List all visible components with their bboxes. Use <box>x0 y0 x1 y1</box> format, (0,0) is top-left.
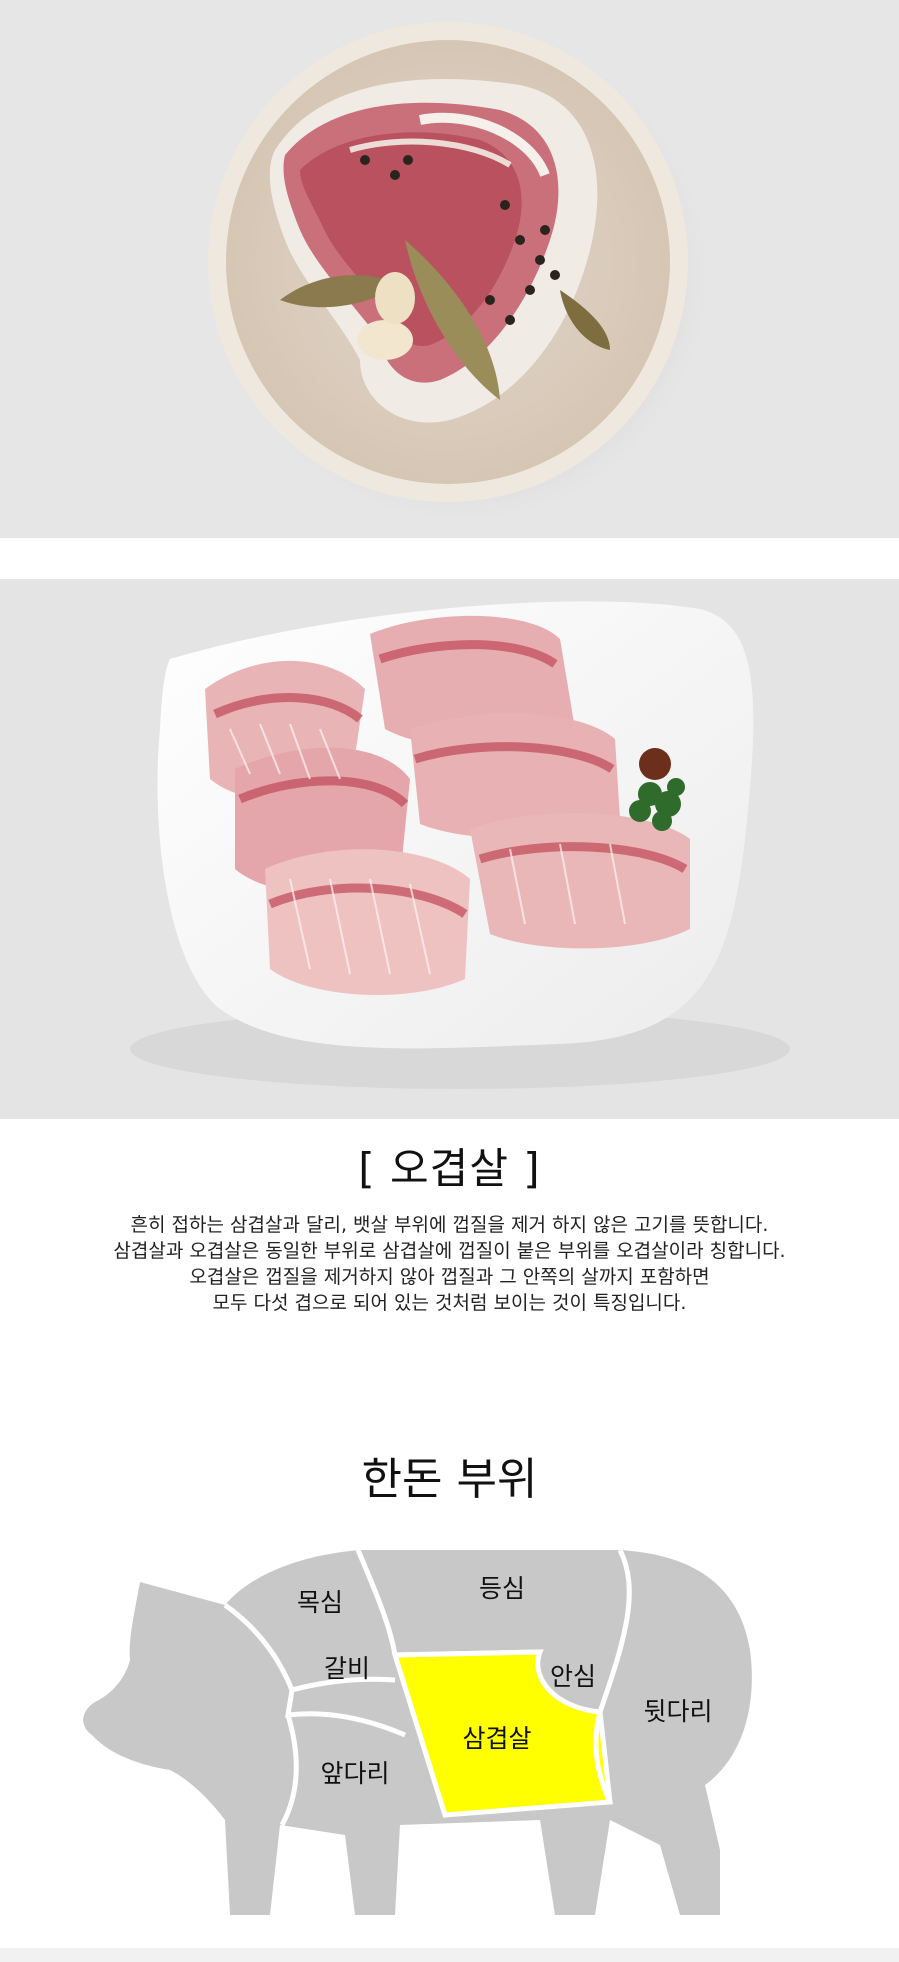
cut-label-deungsim: 등심 <box>479 1574 525 1603</box>
description-line: 모두 다섯 겹으로 되어 있는 것처럼 보이는 것이 특징입니다. <box>212 1292 687 1314</box>
sliced-pork-on-plate-image <box>130 601 790 1089</box>
product-photo-bowl <box>0 0 899 538</box>
cut-label-samgyeopsal: 삼겹살 <box>462 1724 531 1753</box>
description-line: 흔히 접하는 삼겹살과 달리, 뱃살 부위에 껍질을 제거 하지 않은 고기를 … <box>130 1214 769 1236</box>
cut-title: [ 오겹살 ] <box>358 1144 541 1193</box>
description-line: 오겹살은 껍질을 제거하지 않아 껍질과 그 안쪽의 살까지 포함하면 <box>189 1266 710 1288</box>
cut-label-moksim: 목심 <box>297 1588 343 1617</box>
bottom-band <box>0 1948 899 1962</box>
cut-label-apdari: 앞다리 <box>320 1759 389 1788</box>
pig-cuts-diagram: 목심 등심 갈비 안심 삼겹살 앞다리 뒷다리 <box>83 1548 752 1915</box>
pork-in-bowl-image <box>207 20 717 530</box>
cut-label-dwitdari: 뒷다리 <box>643 1697 712 1726</box>
cut-label-galbi: 갈비 <box>324 1654 370 1683</box>
cut-description: 흔히 접하는 삼겹살과 달리, 뱃살 부위에 껍질을 제거 하지 않은 고기를 … <box>0 1212 899 1316</box>
cut-label-ansim: 안심 <box>550 1662 596 1691</box>
parts-section-title: 한돈 부위 <box>361 1454 538 1505</box>
product-photo-plate <box>0 579 899 1119</box>
description-line: 삼겹살과 오겹살은 동일한 부위로 삼겹살에 껍질이 붙은 부위를 오겹살이라 … <box>113 1240 786 1262</box>
